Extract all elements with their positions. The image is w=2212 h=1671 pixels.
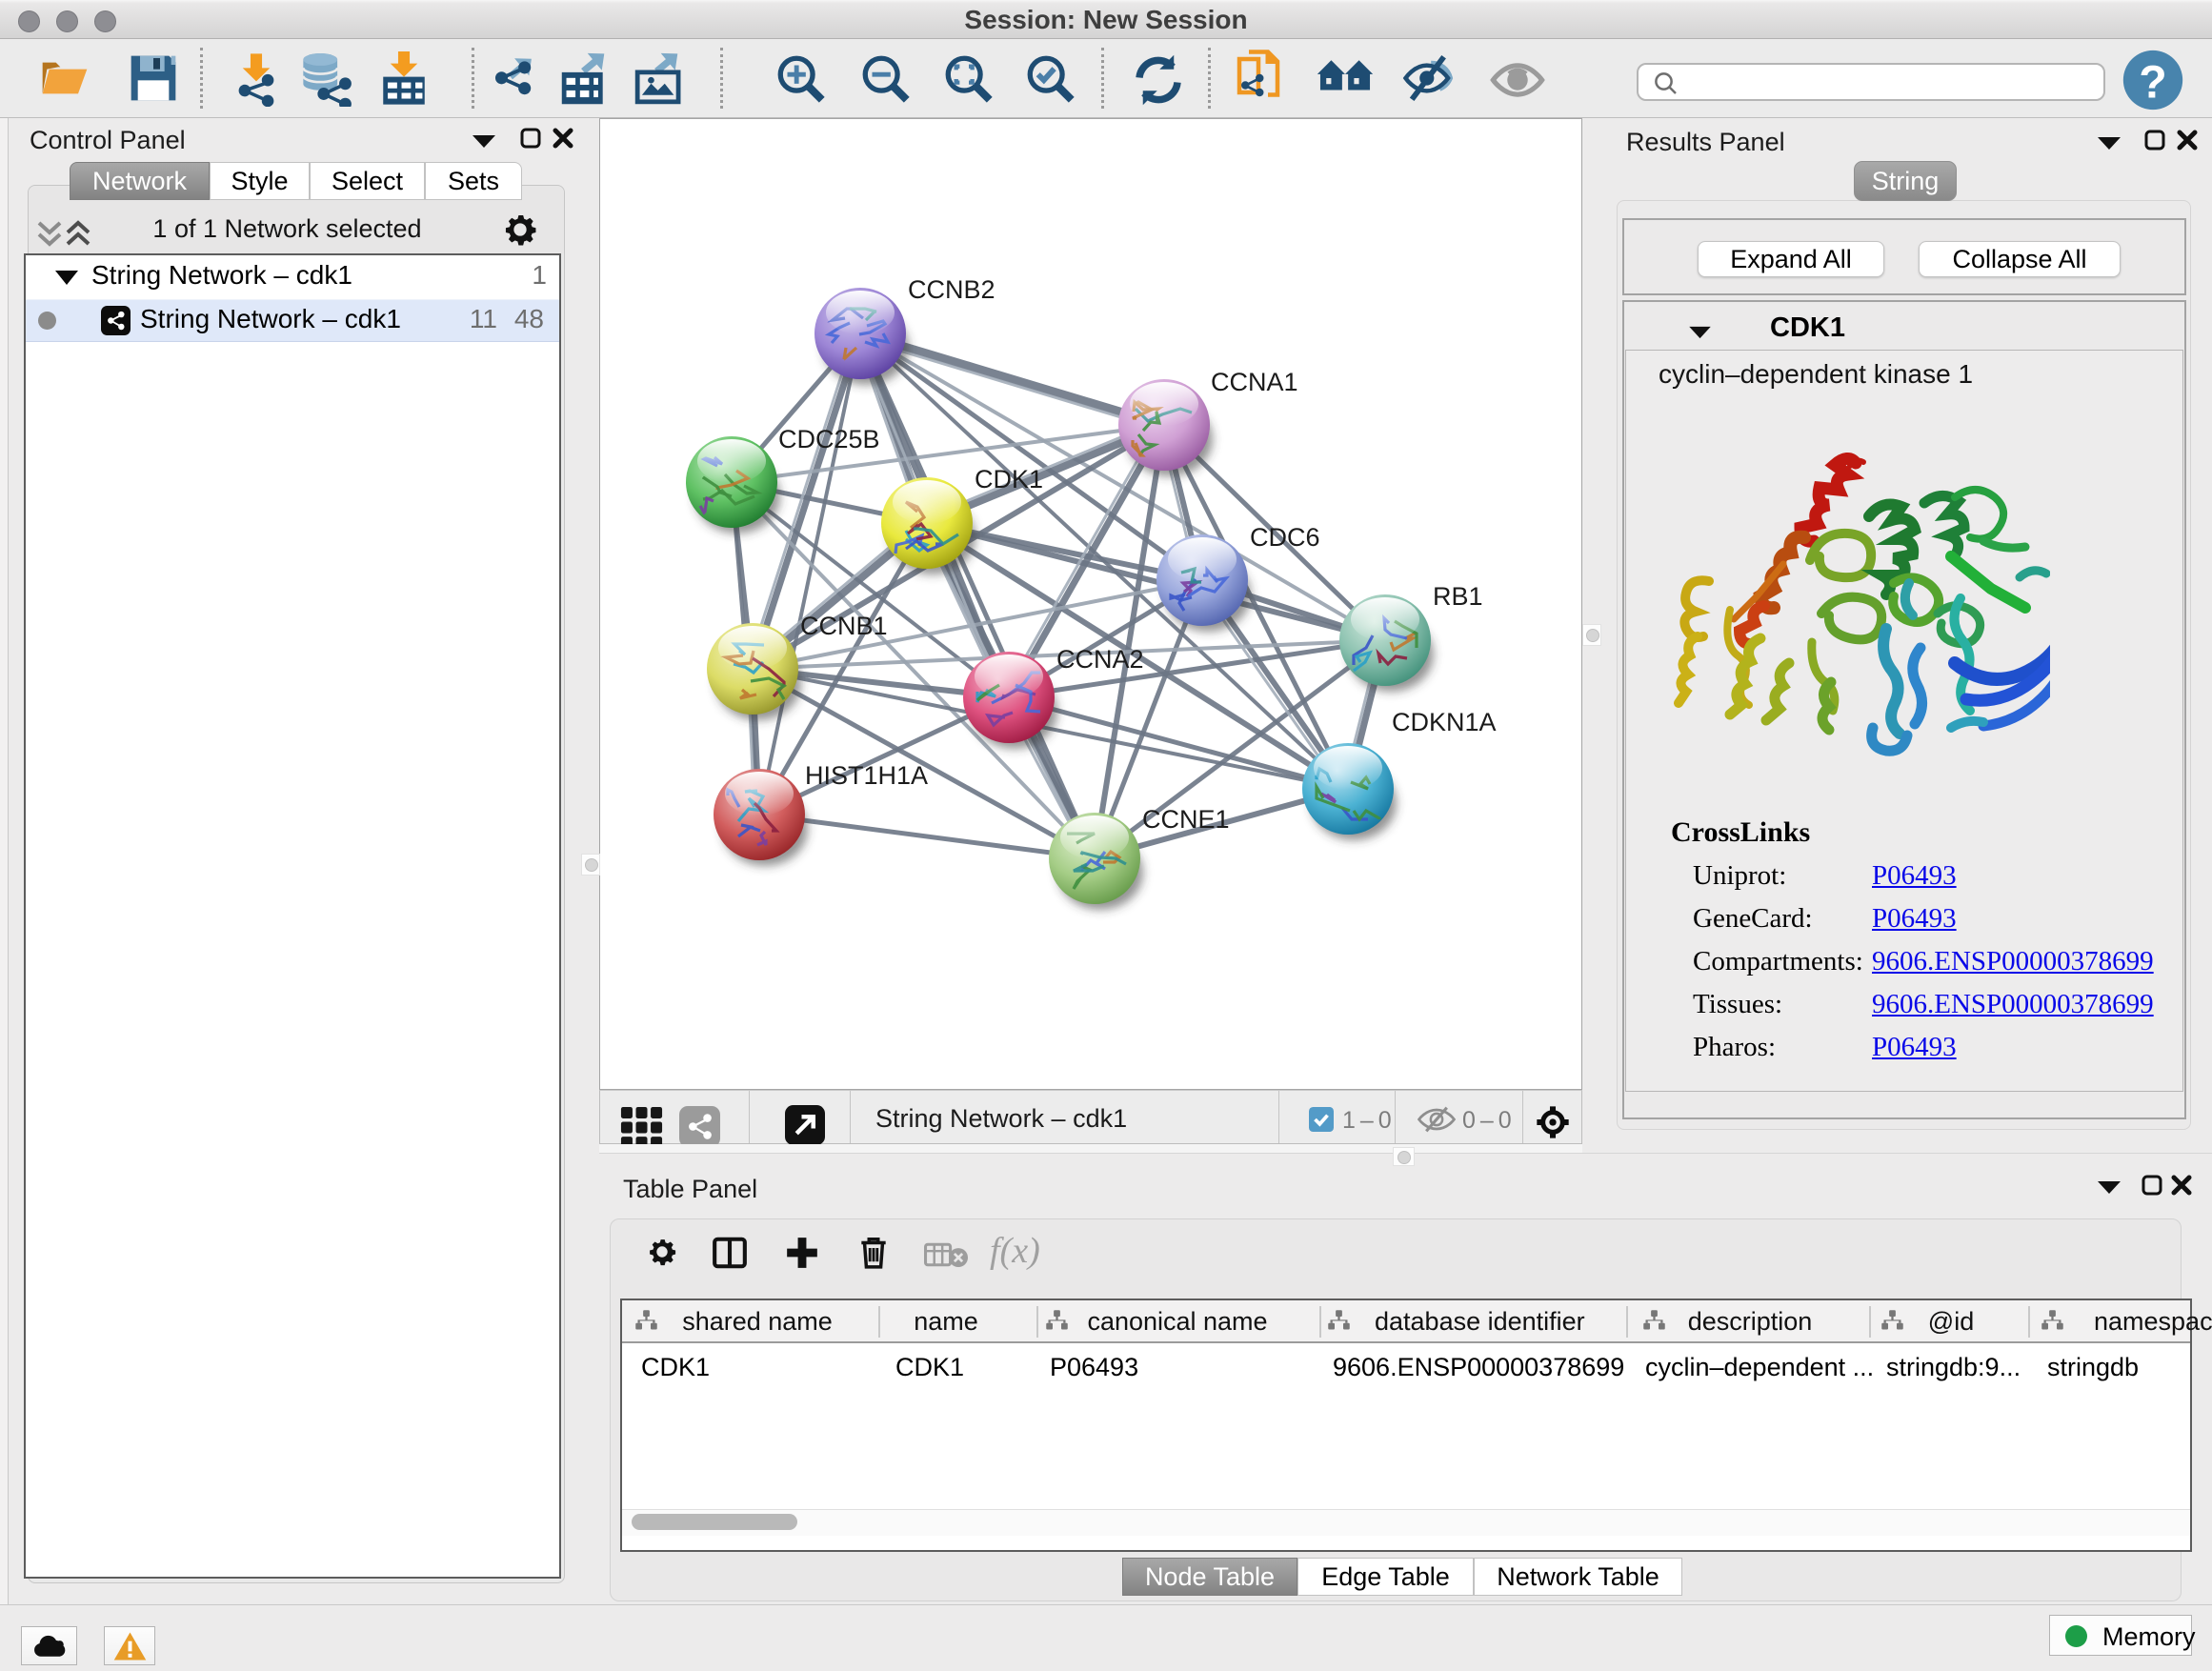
svg-text:HIST1H1A: HIST1H1A [805, 761, 928, 790]
svg-text:CDC25B: CDC25B [778, 425, 880, 453]
svg-text:CCNB2: CCNB2 [908, 275, 995, 304]
svg-text:CCNE1: CCNE1 [1142, 805, 1230, 834]
svg-text:CDKN1A: CDKN1A [1392, 708, 1497, 736]
svg-text:?: ? [2139, 56, 2166, 108]
svg-text:CCNA2: CCNA2 [1056, 645, 1144, 674]
svg-text:CCNA1: CCNA1 [1211, 368, 1298, 396]
svg-text:CCNB1: CCNB1 [800, 612, 888, 640]
svg-text:RB1: RB1 [1433, 582, 1483, 611]
svg-text:CDC6: CDC6 [1250, 523, 1320, 552]
svg-text:CDK1: CDK1 [975, 465, 1043, 493]
